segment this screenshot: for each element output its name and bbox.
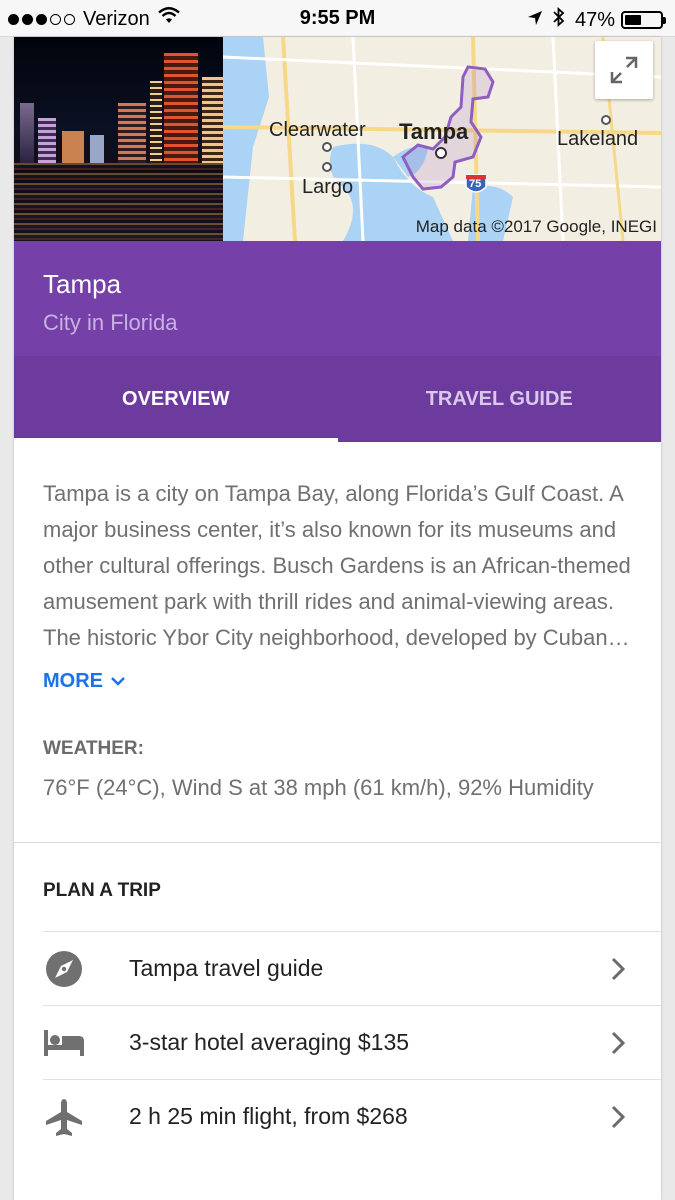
tab-overview[interactable]: OVERVIEW — [14, 356, 338, 442]
airplane-icon — [43, 1096, 85, 1138]
trip-row-flight[interactable]: 2 h 25 min flight, from $268 — [43, 1079, 661, 1153]
city-map[interactable]: Clearwater Tampa Lakeland Largo 75 Map d… — [223, 37, 661, 241]
interstate-shield-label: 75 — [469, 178, 482, 190]
trip-row-label: 3-star hotel averaging $135 — [129, 1029, 410, 1055]
chevron-right-icon — [611, 1105, 626, 1129]
compass-icon — [43, 948, 85, 990]
chevron-right-icon — [611, 957, 626, 981]
map-label-tampa: Tampa — [399, 119, 469, 144]
bluetooth-icon — [553, 6, 565, 33]
weather-text: 76°F (24°C), Wind S at 38 mph (61 km/h),… — [43, 775, 594, 800]
trip-row-travel-guide[interactable]: Tampa travel guide — [43, 931, 661, 1005]
trip-row-hotel[interactable]: 3-star hotel averaging $135 — [43, 1005, 661, 1079]
weather-label: WEATHER: — [43, 738, 144, 759]
battery-icon — [621, 11, 666, 29]
plan-a-trip-section: PLAN A TRIP Tampa travel guide 3-star ho… — [14, 843, 661, 1153]
hero-banner: Clearwater Tampa Lakeland Largo 75 Map d… — [14, 37, 661, 241]
city-photo[interactable] — [14, 37, 223, 241]
place-header: Tampa City in Florida — [14, 241, 661, 356]
tab-travel-guide[interactable]: TRAVEL GUIDE — [338, 356, 662, 442]
status-right: 47% — [527, 6, 666, 33]
chevron-right-icon — [611, 1031, 626, 1055]
plan-a-trip-heading: PLAN A TRIP — [43, 880, 161, 901]
location-arrow-icon — [527, 9, 543, 32]
tab-bar: OVERVIEW TRAVEL GUIDE — [14, 356, 661, 442]
battery-level — [625, 15, 641, 25]
trip-row-label: Tampa travel guide — [129, 955, 324, 981]
more-button[interactable]: MORE — [43, 670, 632, 692]
overview-description: Tampa is a city on Tampa Bay, along Flor… — [43, 481, 631, 650]
knowledge-card: Clearwater Tampa Lakeland Largo 75 Map d… — [14, 37, 661, 1200]
place-subtitle: City in Florida — [43, 310, 178, 335]
more-label: MORE — [43, 670, 103, 692]
map-label-largo: Largo — [302, 176, 354, 198]
chevron-down-icon — [111, 677, 125, 686]
place-title: Tampa — [43, 269, 122, 299]
battery-percent: 47% — [574, 8, 615, 31]
trip-row-label: 2 h 25 min flight, from $268 — [129, 1103, 408, 1129]
expand-icon — [610, 56, 638, 84]
status-bar: Verizon 9:55 PM 47% — [0, 0, 675, 37]
hotel-bed-icon — [43, 1022, 85, 1064]
map-label-clearwater: Clearwater — [269, 119, 366, 141]
expand-map-button[interactable] — [595, 41, 653, 99]
map-label-lakeland: Lakeland — [557, 128, 639, 150]
overview-section: Tampa is a city on Tampa Bay, along Flor… — [14, 442, 661, 806]
map-credit: Map data ©2017 Google, INEGI — [415, 217, 657, 236]
